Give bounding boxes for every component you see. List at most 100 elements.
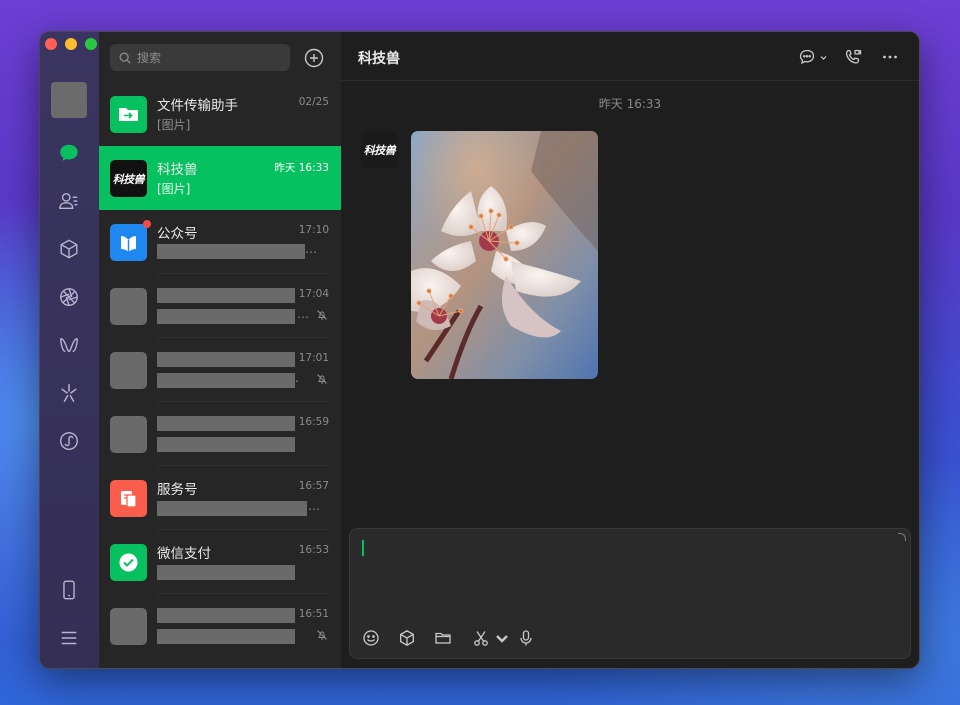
conversation-preview: [图片] [157, 182, 191, 196]
zoom-window-button[interactable] [85, 38, 97, 50]
close-window-button[interactable] [45, 38, 57, 50]
conversation-name: 服务号 [157, 482, 198, 498]
folder-transfer-icon [119, 108, 138, 121]
redacted-name [157, 608, 295, 623]
search-input[interactable] [137, 50, 277, 65]
folder-icon [435, 632, 451, 644]
redacted-name [157, 416, 295, 431]
chat-panel: 科技兽 昨天 16:33 科技兽 [341, 32, 919, 668]
conversation-item[interactable]: 服务号 … 16:57 [99, 466, 341, 530]
window-controls [45, 38, 97, 50]
ellipsis: … [305, 242, 317, 256]
sender-avatar-text: 科技兽 [363, 143, 396, 157]
chat-header: 科技兽 [341, 32, 919, 81]
redacted-avatar [110, 416, 147, 453]
nav-rail [40, 32, 99, 668]
redacted-preview [157, 373, 295, 388]
more-button[interactable] [881, 47, 899, 67]
conversation-name: 公众号 [157, 226, 198, 242]
voice-input-button[interactable] [517, 628, 535, 648]
conversation-time: 16:57 [298, 480, 329, 492]
sender-avatar[interactable]: 科技兽 [361, 131, 398, 168]
chat-title: 科技兽 [358, 51, 400, 67]
redacted-name [157, 352, 295, 367]
emoji-icon [363, 630, 379, 646]
official-accounts-avatar [110, 224, 147, 261]
redacted-preview [157, 437, 295, 452]
redacted-preview [157, 244, 305, 259]
add-icon[interactable] [303, 47, 325, 69]
official-accounts-icon [121, 236, 136, 252]
chat-list-panel: 文件传输助手 [图片] 02/25 科技兽 科技兽 [图片] 昨天 16:33 [99, 32, 341, 668]
conversation-item[interactable]: 公众号 … 17:10 [99, 210, 341, 274]
chevron-down-icon [820, 55, 827, 60]
redacted-name [157, 288, 295, 303]
my-avatar[interactable] [51, 82, 87, 118]
message-composer[interactable] [349, 528, 911, 659]
scissors-icon [474, 631, 488, 646]
favorites-icon[interactable] [57, 237, 81, 261]
screenshot-button[interactable] [472, 628, 511, 648]
conversation-item[interactable]: 16:51 [99, 594, 341, 658]
wechat-window: 文件传输助手 [图片] 02/25 科技兽 科技兽 [图片] 昨天 16:33 [39, 31, 920, 669]
chat-info-button[interactable] [798, 47, 828, 67]
conversation-time: 16:53 [298, 544, 329, 556]
conversation-name: 科技兽 [157, 162, 198, 178]
conversation-item-active[interactable]: 科技兽 科技兽 [图片] 昨天 16:33 [99, 146, 341, 210]
channels-icon[interactable] [57, 333, 81, 357]
text-caret [362, 540, 364, 556]
chats-icon[interactable] [57, 141, 81, 165]
redacted-avatar [110, 352, 147, 389]
redacted-avatar [110, 288, 147, 325]
conversation-item[interactable]: … 17:04 [99, 274, 341, 338]
phone-video-icon [845, 49, 862, 64]
call-button[interactable] [844, 47, 862, 67]
conversation-time: 02/25 [298, 96, 329, 108]
phone-icon[interactable] [57, 578, 81, 602]
contacts-icon[interactable] [57, 189, 81, 213]
moments-icon[interactable] [57, 285, 81, 309]
menu-icon[interactable] [57, 626, 81, 650]
keji-avatar: 科技兽 [110, 160, 147, 197]
conversation-item[interactable]: . 17:01 [99, 338, 341, 402]
conversation-time: 昨天 16:33 [274, 162, 329, 174]
search-discover-icon[interactable] [57, 381, 81, 405]
favorites-button[interactable] [398, 628, 416, 648]
message-timestamp: 昨天 16:33 [598, 97, 662, 111]
chevron-down-icon [496, 635, 508, 643]
conversation-time: 16:51 [298, 608, 329, 620]
redacted-preview [157, 629, 295, 644]
conversation-time: 16:59 [298, 416, 329, 428]
mute-bell-icon [317, 630, 327, 640]
wechat-pay-avatar [110, 544, 147, 581]
minimize-window-button[interactable] [65, 38, 77, 50]
resize-handle[interactable] [898, 533, 906, 541]
ellipsis: . [295, 371, 299, 385]
conversation-preview: [图片] [157, 118, 191, 132]
redacted-preview [157, 501, 307, 516]
cube-icon [400, 630, 414, 646]
conversation-time: 17:04 [298, 288, 329, 300]
conversation-item[interactable]: 微信支付 16:53 [99, 530, 341, 594]
conversation-item[interactable]: 16:59 [99, 402, 341, 466]
mute-bell-icon [317, 310, 327, 320]
flower-photo [411, 131, 598, 379]
conversation-name: 微信支付 [157, 546, 211, 562]
send-file-button[interactable] [434, 628, 452, 648]
unread-dot [143, 220, 151, 228]
redacted-preview [157, 309, 295, 324]
mini-programs-icon[interactable] [57, 429, 81, 453]
search-icon [119, 52, 131, 64]
conversation-item[interactable]: 文件传输助手 [图片] 02/25 [99, 82, 341, 146]
conversation-time: 17:10 [298, 224, 329, 236]
service-account-avatar [110, 480, 147, 517]
message-bubble-icon [799, 49, 815, 65]
search-box[interactable] [110, 44, 290, 71]
emoji-button[interactable] [362, 628, 380, 648]
image-message[interactable] [411, 131, 598, 379]
more-horizontal-icon [883, 55, 897, 59]
conversation-time: 17:01 [298, 352, 329, 364]
conversation-list: 文件传输助手 [图片] 02/25 科技兽 科技兽 [图片] 昨天 16:33 [99, 82, 341, 658]
ellipsis: … [297, 307, 309, 321]
mute-bell-icon [317, 374, 327, 384]
